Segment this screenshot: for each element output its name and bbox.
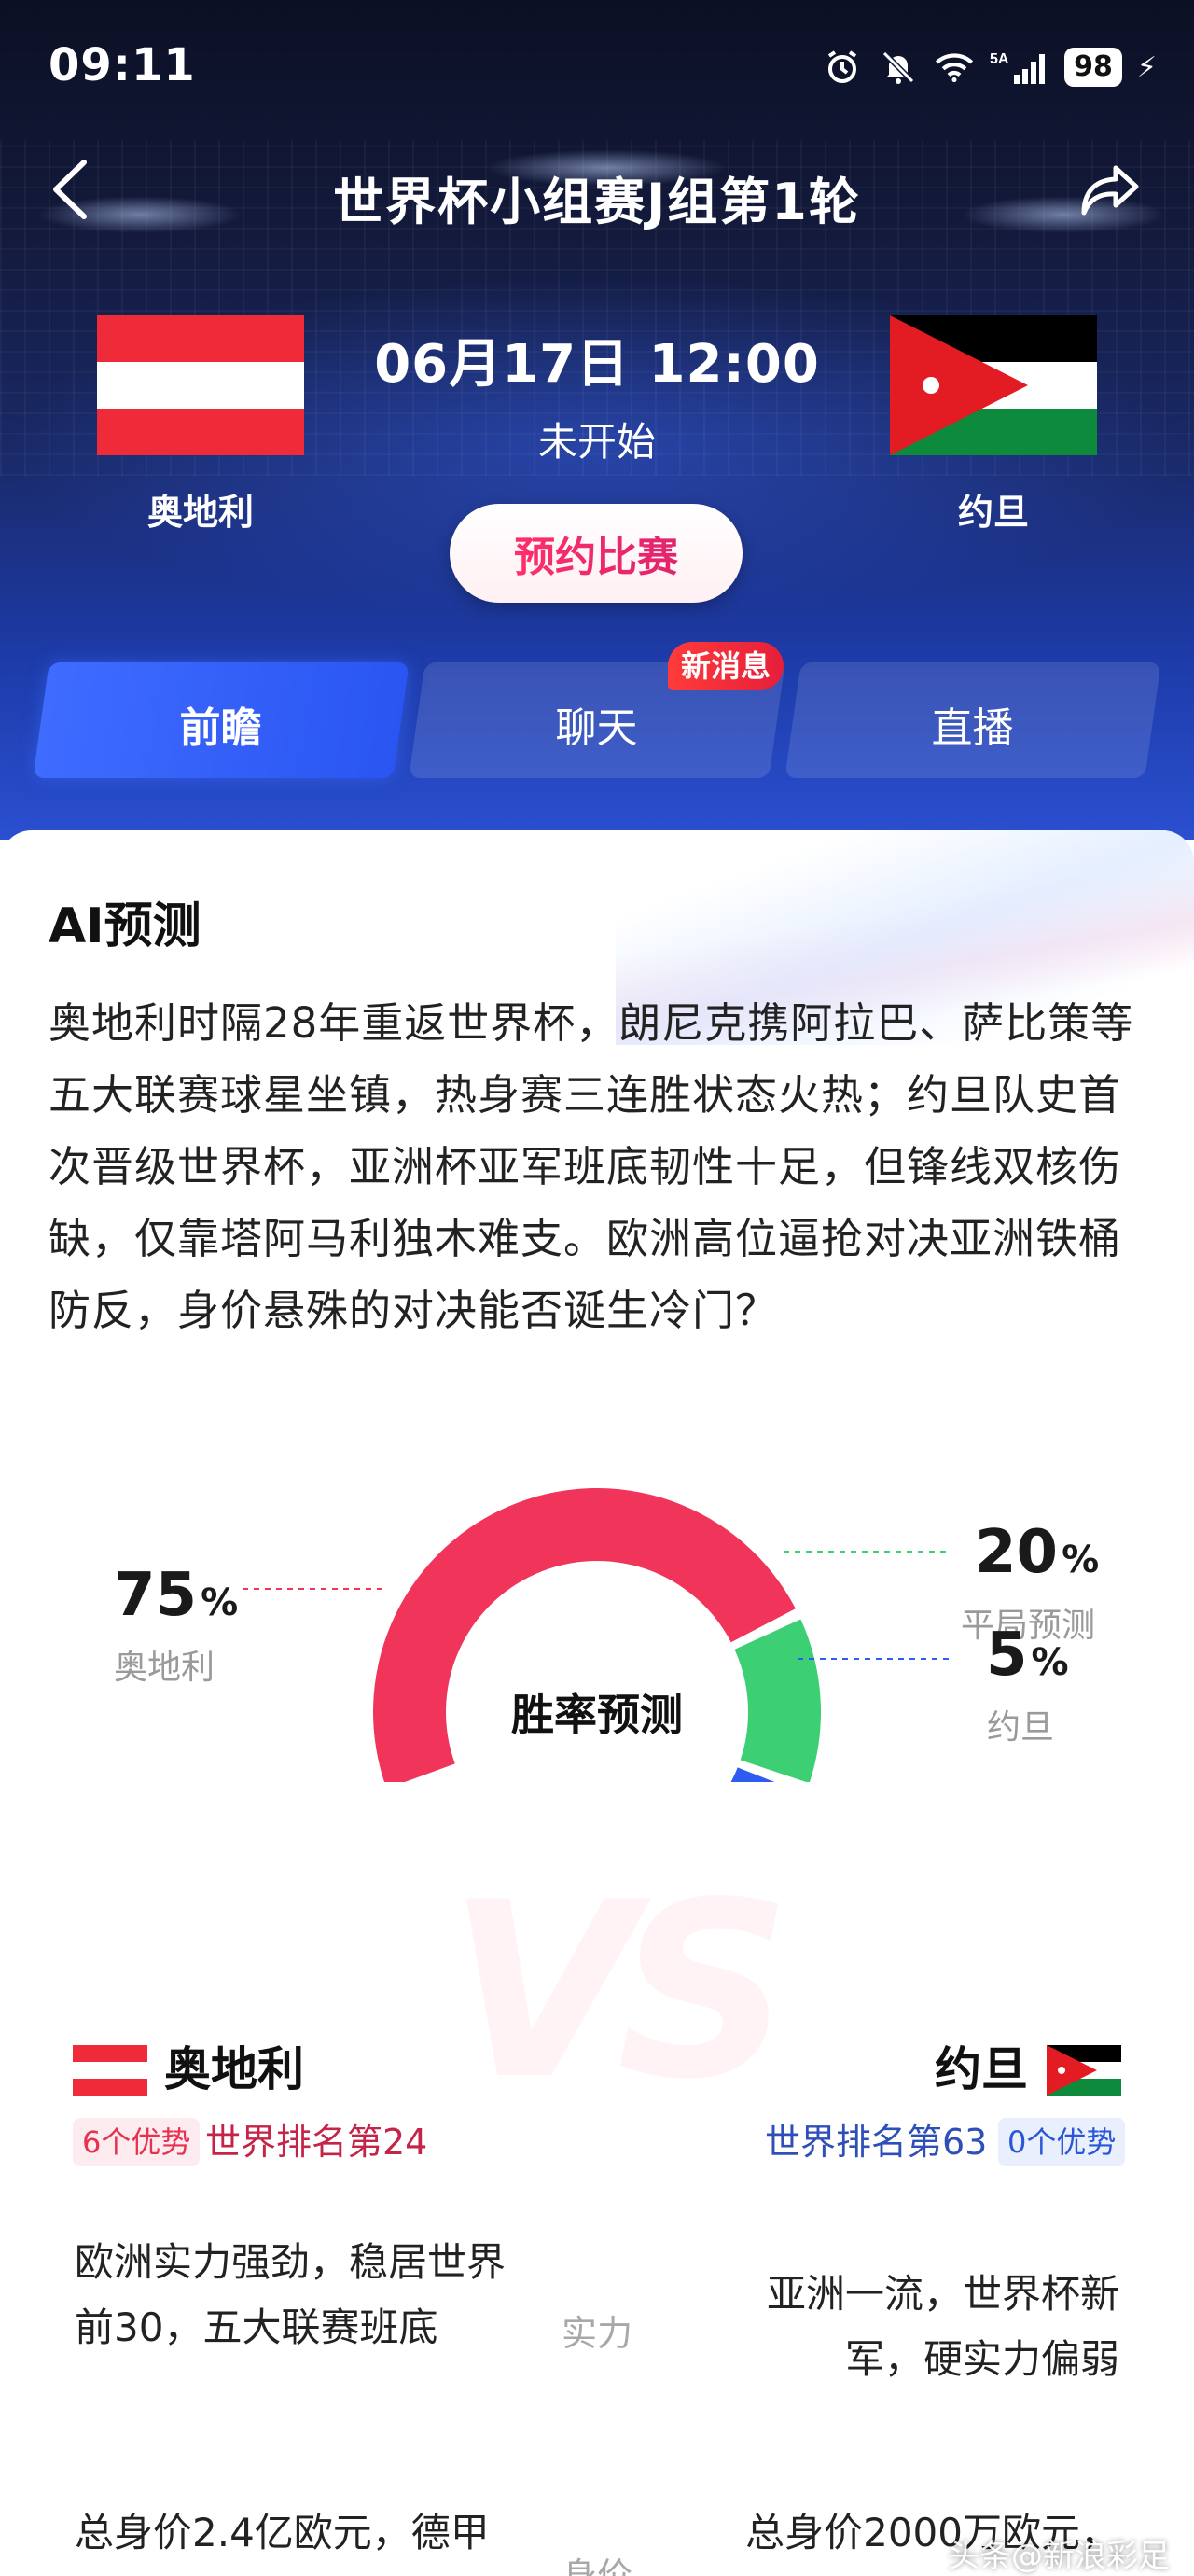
tab-live[interactable]: 直播 xyxy=(784,662,1161,778)
home-world-rank: 世界排名第24 xyxy=(205,2122,428,2163)
tab-preview[interactable]: 前瞻 xyxy=(33,662,410,778)
away-win-pct: 5% xyxy=(986,1621,1069,1690)
tab-bar: 前瞻 聊天 直播 xyxy=(33,662,1161,778)
home-win-pct: 75% xyxy=(114,1561,239,1630)
status-time: 09:11 xyxy=(49,39,196,91)
chart-center-label: 胜率预测 xyxy=(511,1690,683,1740)
watermark: 头条@新浪彩足 xyxy=(948,2538,1170,2575)
match-header: 09:11 5A 98 ⚡ 世界杯小组赛J组第1轮 奥地利 06月17日 12:… xyxy=(0,0,1194,840)
cellular-signal-icon: 5A xyxy=(990,47,1049,88)
jordan-flag xyxy=(890,315,1097,455)
charging-icon: ⚡ xyxy=(1136,50,1157,84)
svg-text:5A: 5A xyxy=(990,51,1009,67)
tab-label: 直播 xyxy=(931,704,1014,752)
share-icon xyxy=(1081,165,1139,216)
status-bar: 09:11 5A 98 ⚡ xyxy=(0,0,1194,140)
new-message-badge: 新消息 xyxy=(668,642,784,690)
jordan-flag-small xyxy=(1047,2045,1121,2096)
austria-flag-small xyxy=(73,2045,147,2096)
nav-bar: 世界杯小组赛J组第1轮 xyxy=(0,140,1194,243)
draw-pct: 20% xyxy=(975,1518,1100,1587)
compare-away-team: 约旦 xyxy=(935,2042,1028,2096)
wifi-icon xyxy=(934,47,975,88)
win-rate-chart: 75% 奥地利 20% 平局预测 5% 约旦 胜率预测 xyxy=(0,1483,1194,1782)
home-team-name: 奥地利 xyxy=(146,492,254,533)
vs-watermark: VS xyxy=(448,1851,791,2133)
page-title: 世界杯小组赛J组第1轮 xyxy=(333,173,861,231)
home-win-label: 奥地利 xyxy=(114,1649,215,1687)
tab-label: 前瞻 xyxy=(179,704,262,752)
strength-label: 实力 xyxy=(561,2313,632,2354)
compare-home-team: 奥地利 xyxy=(164,2042,304,2096)
home-advantage-badge: 6个优势 xyxy=(73,2118,201,2166)
home-value-text: 总身价2.4亿欧元，德甲系球员为主 xyxy=(75,2510,490,2576)
reserve-match-label: 预约比赛 xyxy=(514,523,678,583)
tab-label: 聊天 xyxy=(555,704,638,752)
away-advantage-badge: 0个优势 xyxy=(998,2118,1126,2166)
ai-prediction-title: AI预测 xyxy=(49,898,201,954)
battery-icon: 98 xyxy=(1064,48,1122,87)
away-win-label: 约旦 xyxy=(987,1708,1055,1747)
away-team-name: 约旦 xyxy=(957,492,1029,533)
ai-prediction-text: 奥地利时隔28年重返世界杯，朗尼克携阿拉巴、萨比策等五大联赛球星坐镇，热身赛三连… xyxy=(49,998,1134,1335)
share-button[interactable] xyxy=(1073,153,1147,228)
reserve-match-button[interactable]: 预约比赛 xyxy=(450,504,743,603)
away-world-rank: 世界排名第63 xyxy=(765,2122,988,2163)
system-icons: 5A 98 ⚡ xyxy=(822,47,1157,88)
away-strength-text: 亚洲一流，世界杯新军，硬实力偏弱 xyxy=(766,2271,1119,2382)
home-strength-text: 欧洲实力强劲，稳居世界前30，五大联赛班底 xyxy=(75,2239,507,2350)
preview-card: AI预测 奥地利时隔28年重返世界杯，朗尼克携阿拉巴、萨比策等五大联赛球星坐镇，… xyxy=(0,830,1194,2576)
team-comparison: VS 奥地利 约旦 6个优势 世界排名第24 世界排名第63 0个优势 欧洲实力… xyxy=(0,1851,1194,2576)
alarm-icon xyxy=(822,47,863,88)
value-label: 身价 xyxy=(561,2555,632,2576)
mute-bell-icon xyxy=(878,47,919,88)
